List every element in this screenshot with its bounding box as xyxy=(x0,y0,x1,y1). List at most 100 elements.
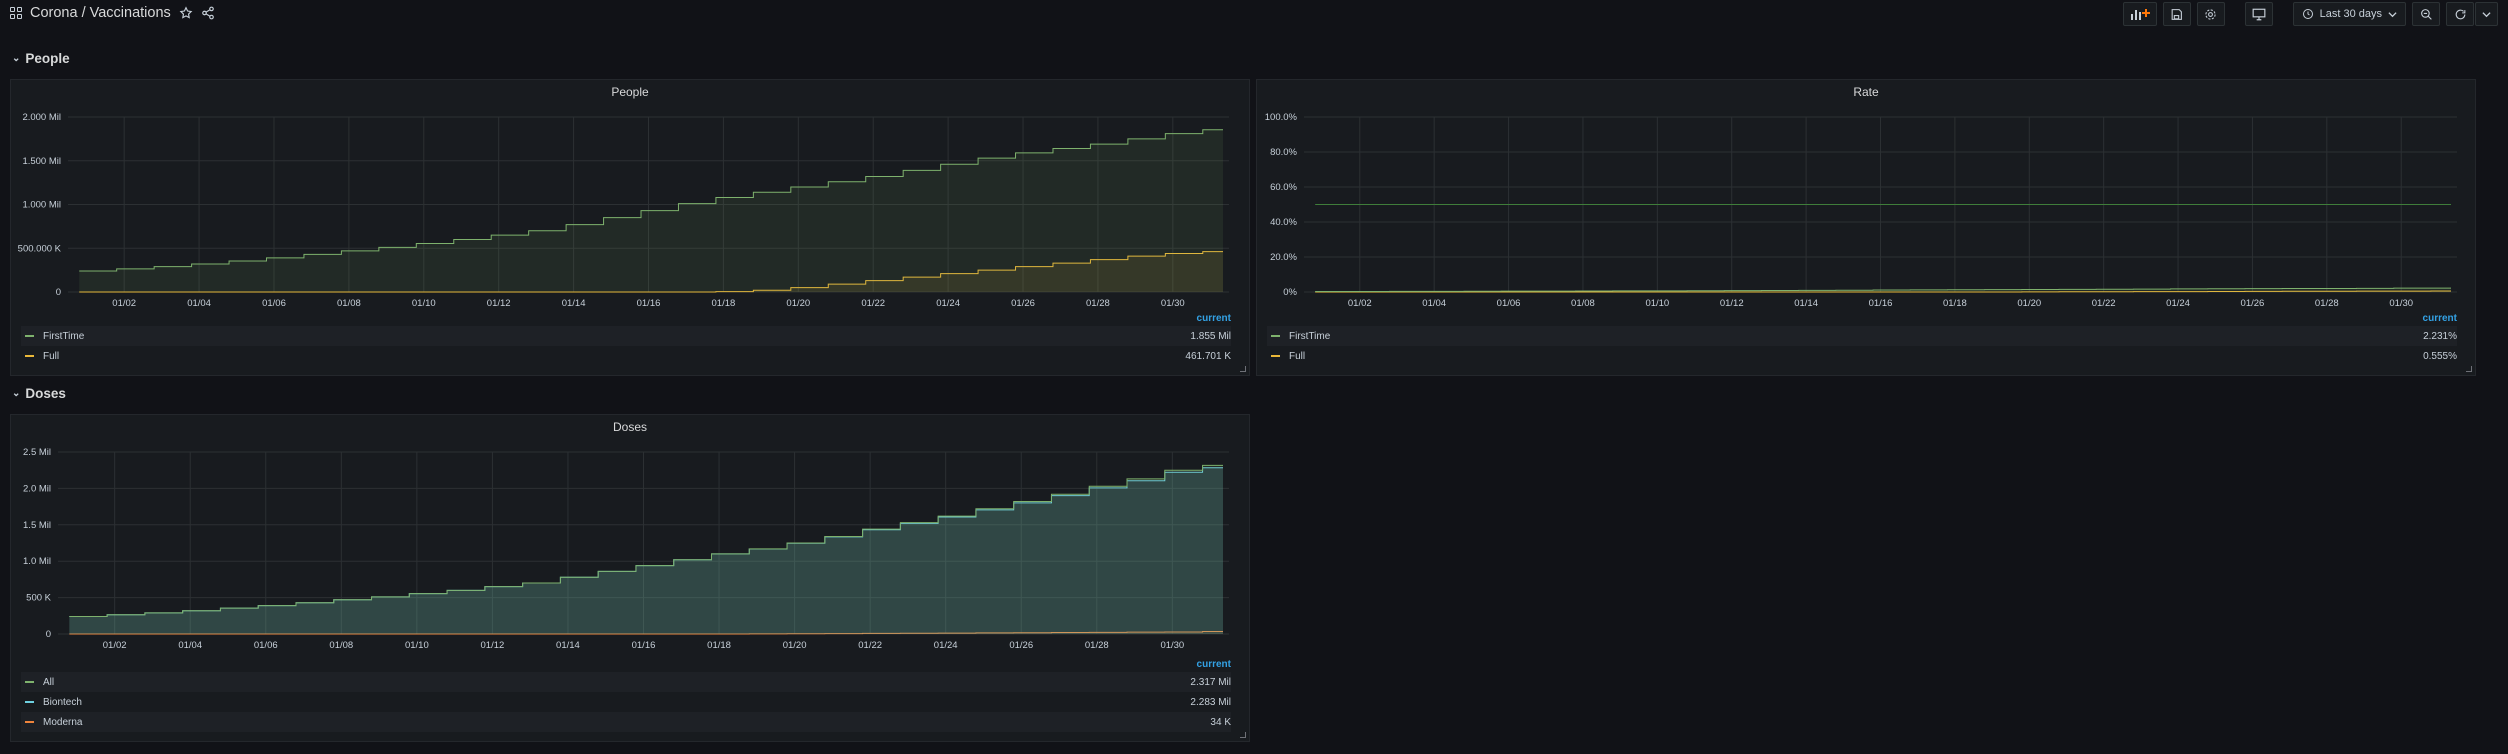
legend-series-name[interactable]: FirstTime xyxy=(1289,331,2423,342)
legend-series-name[interactable]: FirstTime xyxy=(43,331,1190,342)
doses-chart[interactable]: 2.5 Mil 2.0 Mil 1.5 Mil 1.0 Mil 500 K 0 01/02 0… xyxy=(11,415,1251,658)
legend-item[interactable]: Biontech 2.283 Mil xyxy=(21,692,1231,712)
legend-column-header[interactable]: current xyxy=(21,658,1231,672)
x-tick-label: 01/30 xyxy=(1161,298,1185,309)
legend: current FirstTime 1.855 Mil Full 461.701 K xyxy=(21,312,1231,366)
apps-icon[interactable] xyxy=(10,7,22,19)
x-tick-label: 01/26 xyxy=(1009,640,1033,651)
x-tick-label: 01/02 xyxy=(112,298,136,309)
x-tick-label: 01/04 xyxy=(187,298,211,309)
resize-handle[interactable] xyxy=(1240,366,1246,372)
x-tick-label: 01/20 xyxy=(786,298,810,309)
legend-item[interactable]: All 2.317 Mil xyxy=(21,672,1231,692)
x-tick-label: 01/06 xyxy=(1497,298,1521,309)
dashboard-breadcrumb: Corona / Vaccinations xyxy=(10,5,215,21)
legend-color-icon[interactable] xyxy=(25,335,34,337)
legend-series-name[interactable]: Biontech xyxy=(43,697,1190,708)
legend-color-icon[interactable] xyxy=(25,355,34,357)
refresh-button[interactable] xyxy=(2446,2,2474,26)
x-tick-label: 01/12 xyxy=(1720,298,1744,309)
resize-handle[interactable] xyxy=(1240,732,1246,738)
legend-series-name[interactable]: Moderna xyxy=(43,717,1210,728)
x-tick-label: 01/12 xyxy=(481,640,505,651)
x-tick-label: 01/24 xyxy=(936,298,960,309)
resize-handle[interactable] xyxy=(2466,366,2472,372)
chevron-down-icon: ⌄ xyxy=(12,53,21,64)
tv-mode-button[interactable] xyxy=(2244,2,2273,26)
x-tick-label: 01/20 xyxy=(783,640,807,651)
y-tick-label: 0 xyxy=(46,629,51,640)
legend: current FirstTime 2.231% Full 0.555% xyxy=(1267,312,2457,366)
star-icon[interactable] xyxy=(179,6,193,20)
x-tick-label: 01/14 xyxy=(562,298,586,309)
share-icon[interactable] xyxy=(201,6,215,20)
legend-current-value: 2.231% xyxy=(2423,330,2457,342)
x-tick-label: 01/30 xyxy=(2389,298,2413,309)
row-header-doses[interactable]: ⌄ Doses xyxy=(12,386,66,401)
y-tick-label: 0 xyxy=(56,287,61,298)
refresh-group xyxy=(2446,2,2498,26)
x-tick-label: 01/02 xyxy=(103,640,127,651)
legend-color-icon[interactable] xyxy=(25,681,34,683)
y-tick-label: 40.0% xyxy=(1270,217,1297,228)
y-tick-label: 2.5 Mil xyxy=(23,447,51,458)
zoom-out-button[interactable] xyxy=(2412,2,2440,26)
dashboard-title[interactable]: Corona / Vaccinations xyxy=(30,5,171,21)
y-tick-label: 500.000 K xyxy=(18,243,62,254)
time-range-label: Last 30 days xyxy=(2319,8,2382,20)
zoom-out-icon xyxy=(2420,8,2432,20)
x-tick-label: 01/26 xyxy=(1011,298,1035,309)
legend-series-name[interactable]: All xyxy=(43,677,1190,688)
refresh-icon xyxy=(2455,9,2465,19)
add-panel-button[interactable] xyxy=(2122,2,2157,26)
legend-item[interactable]: Moderna 34 K xyxy=(21,712,1231,732)
legend-color-icon[interactable] xyxy=(1271,355,1280,357)
x-tick-label: 01/10 xyxy=(1645,298,1669,309)
toolbar: Last 30 days xyxy=(2122,2,2498,26)
x-tick-label: 01/08 xyxy=(337,298,361,309)
series-area-all xyxy=(69,465,1223,634)
refresh-interval-dropdown[interactable] xyxy=(2475,2,2498,26)
y-tick-label: 1.500 Mil xyxy=(22,156,61,167)
y-tick-label: 1.000 Mil xyxy=(22,200,61,211)
y-tick-label: 500 K xyxy=(26,593,51,604)
x-tick-label: 01/10 xyxy=(405,640,429,651)
x-tick-label: 01/28 xyxy=(1086,298,1110,309)
gear-icon xyxy=(2205,8,2216,20)
x-tick-label: 01/08 xyxy=(329,640,353,651)
x-tick-label: 01/24 xyxy=(2166,298,2190,309)
panel-people: People 2.000 Mil 1.500 Mil 1.000 Mil 500.00… xyxy=(10,79,1250,376)
x-tick-label: 01/14 xyxy=(1794,298,1818,309)
rate-chart[interactable]: 100.0% 80.0% 60.0% 40.0% 20.0% 0% 01/02 01/04 01… xyxy=(1257,80,2477,312)
legend-column-header[interactable]: current xyxy=(1267,312,2457,326)
y-tick-label: 2.000 Mil xyxy=(22,112,61,123)
panel-doses: Doses 2.5 Mil 2.0 Mil 1.5 Mil 1.0 Mil 500 K0… xyxy=(10,414,1250,742)
legend-item[interactable]: FirstTime 2.231% xyxy=(1267,326,2457,346)
x-tick-label: 01/06 xyxy=(254,640,278,651)
save-dashboard-button[interactable] xyxy=(2162,2,2191,26)
legend-item[interactable]: FirstTime 1.855 Mil xyxy=(21,326,1231,346)
time-range-picker[interactable]: Last 30 days xyxy=(2292,2,2406,26)
x-tick-label: 01/22 xyxy=(861,298,885,309)
legend-column-header[interactable]: current xyxy=(21,312,1231,326)
legend-current-value: 2.283 Mil xyxy=(1190,696,1231,708)
legend-color-icon[interactable] xyxy=(25,721,34,723)
x-tick-label: 01/14 xyxy=(556,640,580,651)
people-chart[interactable]: 2.000 Mil 1.500 Mil 1.000 Mil 500.000 K 0 01/… xyxy=(11,80,1251,312)
legend-current-value: 2.317 Mil xyxy=(1190,676,1231,688)
legend-current-value: 1.855 Mil xyxy=(1190,330,1231,342)
settings-button[interactable] xyxy=(2196,2,2225,26)
legend-color-icon[interactable] xyxy=(1271,335,1280,337)
row-header-people[interactable]: ⌄ People xyxy=(12,51,70,66)
x-tick-label: 01/18 xyxy=(712,298,736,309)
legend-series-name[interactable]: Full xyxy=(1289,351,2423,362)
monitor-icon xyxy=(2252,8,2266,20)
legend-item[interactable]: Full 461.701 K xyxy=(21,346,1231,366)
legend-series-name[interactable]: Full xyxy=(43,351,1185,362)
x-tick-label: 01/10 xyxy=(412,298,436,309)
x-tick-label: 01/30 xyxy=(1160,640,1184,651)
legend-color-icon[interactable] xyxy=(25,701,34,703)
legend-item[interactable]: Full 0.555% xyxy=(1267,346,2457,366)
x-tick-label: 01/18 xyxy=(707,640,731,651)
x-tick-label: 01/22 xyxy=(858,640,882,651)
